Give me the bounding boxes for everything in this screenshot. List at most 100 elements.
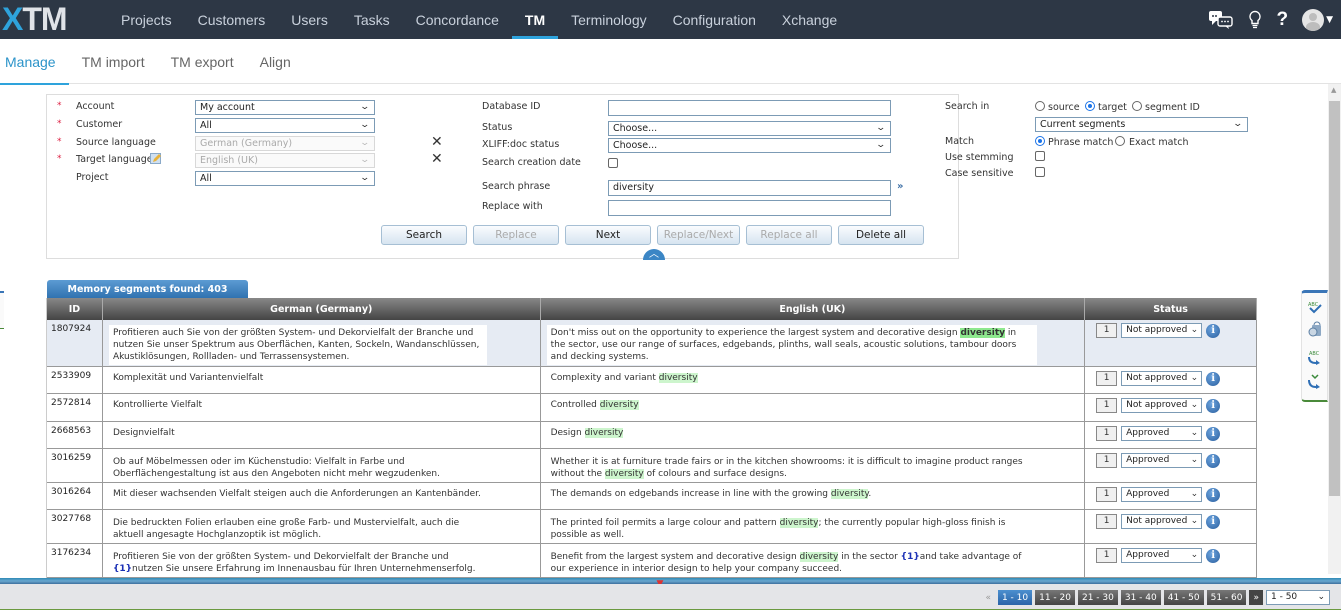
replace-all-button[interactable]: Replace all bbox=[746, 225, 832, 245]
target-text[interactable]: The demands on edgebands increase in lin… bbox=[541, 483, 1086, 509]
exact-match-radio[interactable] bbox=[1115, 136, 1125, 146]
nav-projects[interactable]: Projects bbox=[108, 0, 185, 39]
replace-button[interactable]: Replace bbox=[473, 225, 559, 245]
info-icon[interactable]: i bbox=[1206, 548, 1221, 563]
search-in-segment-id-radio[interactable] bbox=[1132, 101, 1142, 111]
clear-source-language-icon[interactable]: ✕ bbox=[431, 134, 443, 150]
nav-configuration[interactable]: Configuration bbox=[660, 0, 769, 39]
table-row[interactable]: 2533909 Komplexität und Variantenvielfal… bbox=[47, 367, 1257, 394]
target-text[interactable]: Design diversity bbox=[541, 422, 1086, 448]
xtm-logo[interactable]: X TM bbox=[2, 1, 68, 37]
spellcheck-replace-icon[interactable]: ABC bbox=[1306, 348, 1324, 366]
table-row[interactable]: 3016259 Ob auf Möbelmessen oder im Küche… bbox=[47, 449, 1257, 483]
account-select[interactable]: My account ⌄ bbox=[195, 100, 375, 115]
source-text[interactable]: Komplexität und Variantenvielfalt bbox=[103, 367, 541, 393]
target-text[interactable]: Don't miss out on the opportunity to exp… bbox=[541, 320, 1086, 366]
info-icon[interactable]: i bbox=[1206, 398, 1221, 413]
info-icon[interactable]: i bbox=[1206, 487, 1221, 502]
info-icon[interactable]: i bbox=[1206, 514, 1221, 529]
col-target-header[interactable]: English (UK) bbox=[541, 298, 1086, 320]
use-stemming-checkbox[interactable] bbox=[1035, 151, 1045, 161]
tab-align[interactable]: Align bbox=[247, 39, 304, 84]
table-row[interactable]: 2572814 Kontrollierte Vielfalt Controlle… bbox=[47, 394, 1257, 422]
info-icon[interactable]: i bbox=[1206, 426, 1221, 441]
database-lock-icon[interactable] bbox=[1306, 320, 1324, 338]
status-select[interactable]: Not approved ⌄ bbox=[1121, 323, 1203, 338]
vertical-scrollbar[interactable]: ▲ bbox=[1328, 84, 1341, 574]
search-button[interactable]: Search bbox=[381, 225, 467, 245]
table-row[interactable]: 1807924 Profitieren auch Sie von der grö… bbox=[47, 320, 1257, 367]
source-text[interactable]: Mit dieser wachsenden Vielfalt steigen a… bbox=[103, 483, 541, 509]
info-icon[interactable]: i bbox=[1206, 323, 1221, 338]
target-text[interactable]: Benefit from the largest system and deco… bbox=[541, 544, 1086, 577]
source-language-select[interactable]: German (Germany) ⌄ bbox=[195, 136, 375, 151]
source-text[interactable]: Kontrollierte Vielfalt bbox=[103, 394, 541, 421]
xliff-status-select[interactable]: Choose... ⌄ bbox=[608, 138, 891, 153]
status-select[interactable]: Approved ⌄ bbox=[1121, 453, 1203, 468]
project-select[interactable]: All ⌄ bbox=[195, 171, 375, 186]
scroll-up-icon[interactable]: ▲ bbox=[1331, 86, 1336, 94]
nav-xchange[interactable]: Xchange bbox=[769, 0, 850, 39]
status-select[interactable]: Choose... ⌄ bbox=[608, 121, 891, 136]
lightbulb-icon[interactable] bbox=[1248, 10, 1262, 30]
page-11-20[interactable]: 11 - 20 bbox=[1035, 590, 1075, 605]
spellcheck-icon[interactable]: ABC bbox=[1306, 298, 1324, 316]
search-creation-date-checkbox[interactable] bbox=[608, 158, 618, 168]
tab-tm-export[interactable]: TM export bbox=[158, 39, 247, 84]
customer-select[interactable]: All ⌄ bbox=[195, 118, 375, 133]
source-text[interactable]: Profitieren Sie von der größten System- … bbox=[103, 544, 541, 577]
tab-tm-import[interactable]: TM import bbox=[69, 39, 158, 84]
search-phrase-input[interactable]: diversity bbox=[608, 180, 891, 196]
status-select[interactable]: Not approved ⌄ bbox=[1121, 398, 1203, 413]
database-id-input[interactable] bbox=[608, 100, 891, 116]
next-page-button[interactable]: » bbox=[1249, 590, 1263, 605]
user-menu[interactable]: ▼ bbox=[1302, 8, 1333, 31]
target-text[interactable]: Controlled diversity bbox=[541, 394, 1086, 421]
nav-tasks[interactable]: Tasks bbox=[341, 0, 403, 39]
segment-scope-select[interactable]: Current segments ⌄ bbox=[1035, 117, 1248, 132]
status-select[interactable]: Approved ⌄ bbox=[1121, 487, 1203, 502]
col-source-header[interactable]: German (Germany) bbox=[103, 298, 541, 320]
search-in-target-radio[interactable] bbox=[1085, 101, 1095, 111]
target-text[interactable]: Whether it is at furniture trade fairs o… bbox=[541, 449, 1086, 482]
page-51-60[interactable]: 51 - 60 bbox=[1206, 590, 1247, 605]
table-row[interactable]: 2668563 Designvielfalt Design diversity … bbox=[47, 422, 1257, 449]
replace-next-button[interactable]: Replace/Next bbox=[657, 225, 740, 245]
table-row[interactable]: 3016264 Mit dieser wachsenden Vielfalt s… bbox=[47, 483, 1257, 510]
page-31-40[interactable]: 31 - 40 bbox=[1120, 590, 1161, 605]
nav-customers[interactable]: Customers bbox=[185, 0, 279, 39]
help-icon[interactable]: ? bbox=[1276, 9, 1288, 31]
edit-icon[interactable] bbox=[150, 153, 161, 164]
delete-all-button[interactable]: Delete all bbox=[838, 225, 924, 245]
source-text[interactable]: Profitieren auch Sie von der größten Sys… bbox=[103, 320, 541, 366]
nav-concordance[interactable]: Concordance bbox=[403, 0, 512, 39]
left-side-tab[interactable] bbox=[0, 291, 4, 329]
nav-tm[interactable]: TM bbox=[511, 0, 559, 39]
scrollbar-thumb[interactable] bbox=[1329, 101, 1340, 496]
col-id-header[interactable]: ID bbox=[47, 298, 103, 320]
info-icon[interactable]: i bbox=[1206, 453, 1221, 468]
status-select[interactable]: Not approved ⌄ bbox=[1121, 371, 1203, 386]
replace-icon[interactable] bbox=[1306, 372, 1324, 390]
target-text[interactable]: The printed foil permits a large colour … bbox=[541, 510, 1086, 543]
target-text[interactable]: Complexity and variant diversity bbox=[541, 367, 1086, 393]
tab-manage[interactable]: Manage bbox=[0, 39, 69, 85]
source-text[interactable]: Designvielfalt bbox=[103, 422, 541, 448]
source-text[interactable]: Die bedruckten Folien erlauben eine groß… bbox=[103, 510, 541, 543]
next-button[interactable]: Next bbox=[565, 225, 651, 245]
status-select[interactable]: Not approved ⌄ bbox=[1121, 514, 1203, 529]
clear-target-language-icon[interactable]: ✕ bbox=[431, 151, 443, 167]
table-row[interactable]: 3027768 Die bedruckten Folien erlauben e… bbox=[47, 510, 1257, 544]
status-select[interactable]: Approved ⌄ bbox=[1121, 426, 1203, 441]
status-select[interactable]: Approved ⌄ bbox=[1121, 548, 1203, 563]
replace-with-input[interactable] bbox=[608, 200, 891, 216]
chat-icon[interactable] bbox=[1208, 10, 1234, 30]
nav-users[interactable]: Users bbox=[278, 0, 341, 39]
source-text[interactable]: Ob auf Möbelmessen oder im Küchenstudio:… bbox=[103, 449, 541, 482]
collapse-panel-button[interactable]: ︿ bbox=[643, 249, 665, 260]
info-icon[interactable]: i bbox=[1206, 371, 1221, 386]
expand-options-icon[interactable]: » bbox=[897, 181, 903, 192]
search-in-source-radio[interactable] bbox=[1035, 101, 1045, 111]
nav-terminology[interactable]: Terminology bbox=[558, 0, 659, 39]
phrase-match-radio[interactable] bbox=[1035, 136, 1045, 146]
